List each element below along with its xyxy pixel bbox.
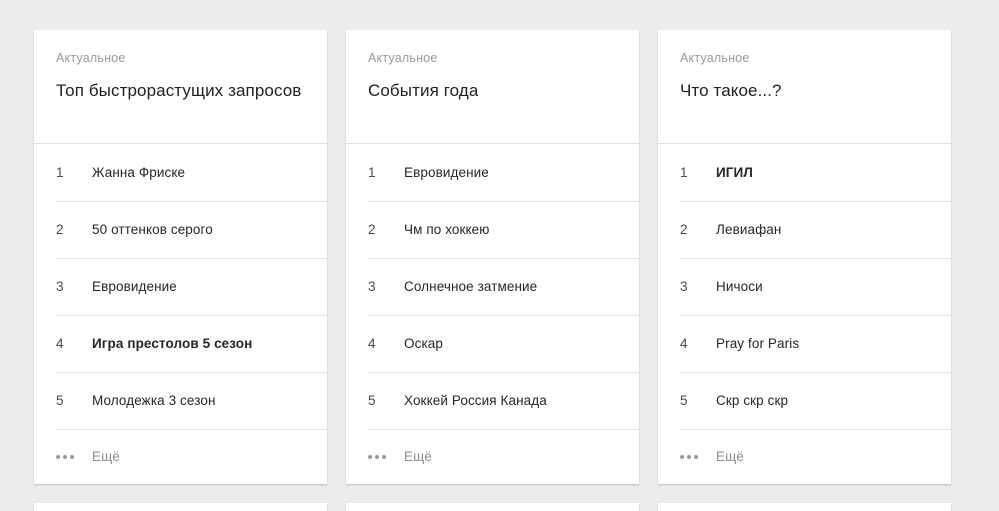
item-label: Pray for Paris [716,335,799,353]
card-list: 1 Евровидение 2 Чм по хоккею 3 Солнечное… [346,144,639,429]
list-item[interactable]: 5 Молодежка 3 сезон [34,372,327,429]
item-rank: 3 [56,279,92,294]
more-button[interactable]: Ещё [346,429,639,484]
more-label: Ещё [716,449,744,464]
trend-card[interactable] [346,503,639,511]
list-item[interactable]: 1 Евровидение [346,144,639,201]
trends-card-board: Актуальное Топ быстрорастущих запросов 1… [0,0,999,511]
item-rank: 2 [56,222,92,237]
item-rank: 2 [680,222,716,237]
item-rank: 1 [368,165,404,180]
item-label: Чм по хоккею [404,221,490,239]
card-title: Что такое...? [680,80,929,102]
list-item[interactable]: 5 Скр скр скр [658,372,951,429]
item-rank: 3 [680,279,716,294]
list-item[interactable]: 3 Солнечное затмение [346,258,639,315]
trend-card[interactable]: Актуальное Топ быстрорастущих запросов 1… [34,30,327,484]
item-label: Молодежка 3 сезон [92,392,216,410]
ellipsis-icon [368,455,404,459]
item-label: ИГИЛ [716,164,753,182]
trend-card[interactable] [34,503,327,511]
card-row-secondary [0,503,999,511]
more-label: Ещё [404,449,432,464]
item-rank: 1 [56,165,92,180]
item-label: 50 оттенков серого [92,221,213,239]
card-title: Топ быстрорастущих запросов [56,80,305,102]
list-item[interactable]: 3 Евровидение [34,258,327,315]
card-kicker: Актуальное [368,50,617,66]
item-label: Евровидение [92,278,177,296]
item-label: Жанна Фриске [92,164,185,182]
list-item[interactable]: 4 Pray for Paris [658,315,951,372]
item-rank: 4 [56,336,92,351]
item-label: Евровидение [404,164,489,182]
more-button[interactable]: Ещё [658,429,951,484]
item-rank: 4 [368,336,404,351]
item-label: Игра престолов 5 сезон [92,335,252,353]
list-item[interactable]: 2 Левиафан [658,201,951,258]
card-header: Актуальное Топ быстрорастущих запросов [34,30,327,144]
trend-card[interactable]: Актуальное События года 1 Евровидение 2 … [346,30,639,484]
item-rank: 5 [680,393,716,408]
list-item[interactable]: 5 Хоккей Россия Канада [346,372,639,429]
card-header: Актуальное События года [346,30,639,144]
list-item[interactable]: 2 50 оттенков серого [34,201,327,258]
more-button[interactable]: Ещё [34,429,327,484]
card-title: События года [368,80,617,102]
item-label: Левиафан [716,221,781,239]
item-label: Хоккей Россия Канада [404,392,547,410]
list-item[interactable]: 4 Оскар [346,315,639,372]
list-item[interactable]: 1 ИГИЛ [658,144,951,201]
item-label: Солнечное затмение [404,278,537,296]
card-list: 1 ИГИЛ 2 Левиафан 3 Ничоси 4 Pray for Pa… [658,144,951,429]
card-row-primary: Актуальное Топ быстрорастущих запросов 1… [0,30,999,484]
item-label: Ничоси [716,278,763,296]
item-rank: 4 [680,336,716,351]
list-item[interactable]: 3 Ничоси [658,258,951,315]
item-rank: 5 [56,393,92,408]
list-item[interactable]: 2 Чм по хоккею [346,201,639,258]
more-label: Ещё [92,449,120,464]
trend-card[interactable] [658,503,951,511]
item-label: Скр скр скр [716,392,788,410]
item-label: Оскар [404,335,443,353]
list-item[interactable]: 1 Жанна Фриске [34,144,327,201]
ellipsis-icon [680,455,716,459]
trend-card[interactable]: Актуальное Что такое...? 1 ИГИЛ 2 Левиаф… [658,30,951,484]
item-rank: 3 [368,279,404,294]
item-rank: 1 [680,165,716,180]
card-list: 1 Жанна Фриске 2 50 оттенков серого 3 Ев… [34,144,327,429]
card-kicker: Актуальное [56,50,305,66]
card-header: Актуальное Что такое...? [658,30,951,144]
ellipsis-icon [56,455,92,459]
card-kicker: Актуальное [680,50,929,66]
item-rank: 5 [368,393,404,408]
item-rank: 2 [368,222,404,237]
list-item[interactable]: 4 Игра престолов 5 сезон [34,315,327,372]
